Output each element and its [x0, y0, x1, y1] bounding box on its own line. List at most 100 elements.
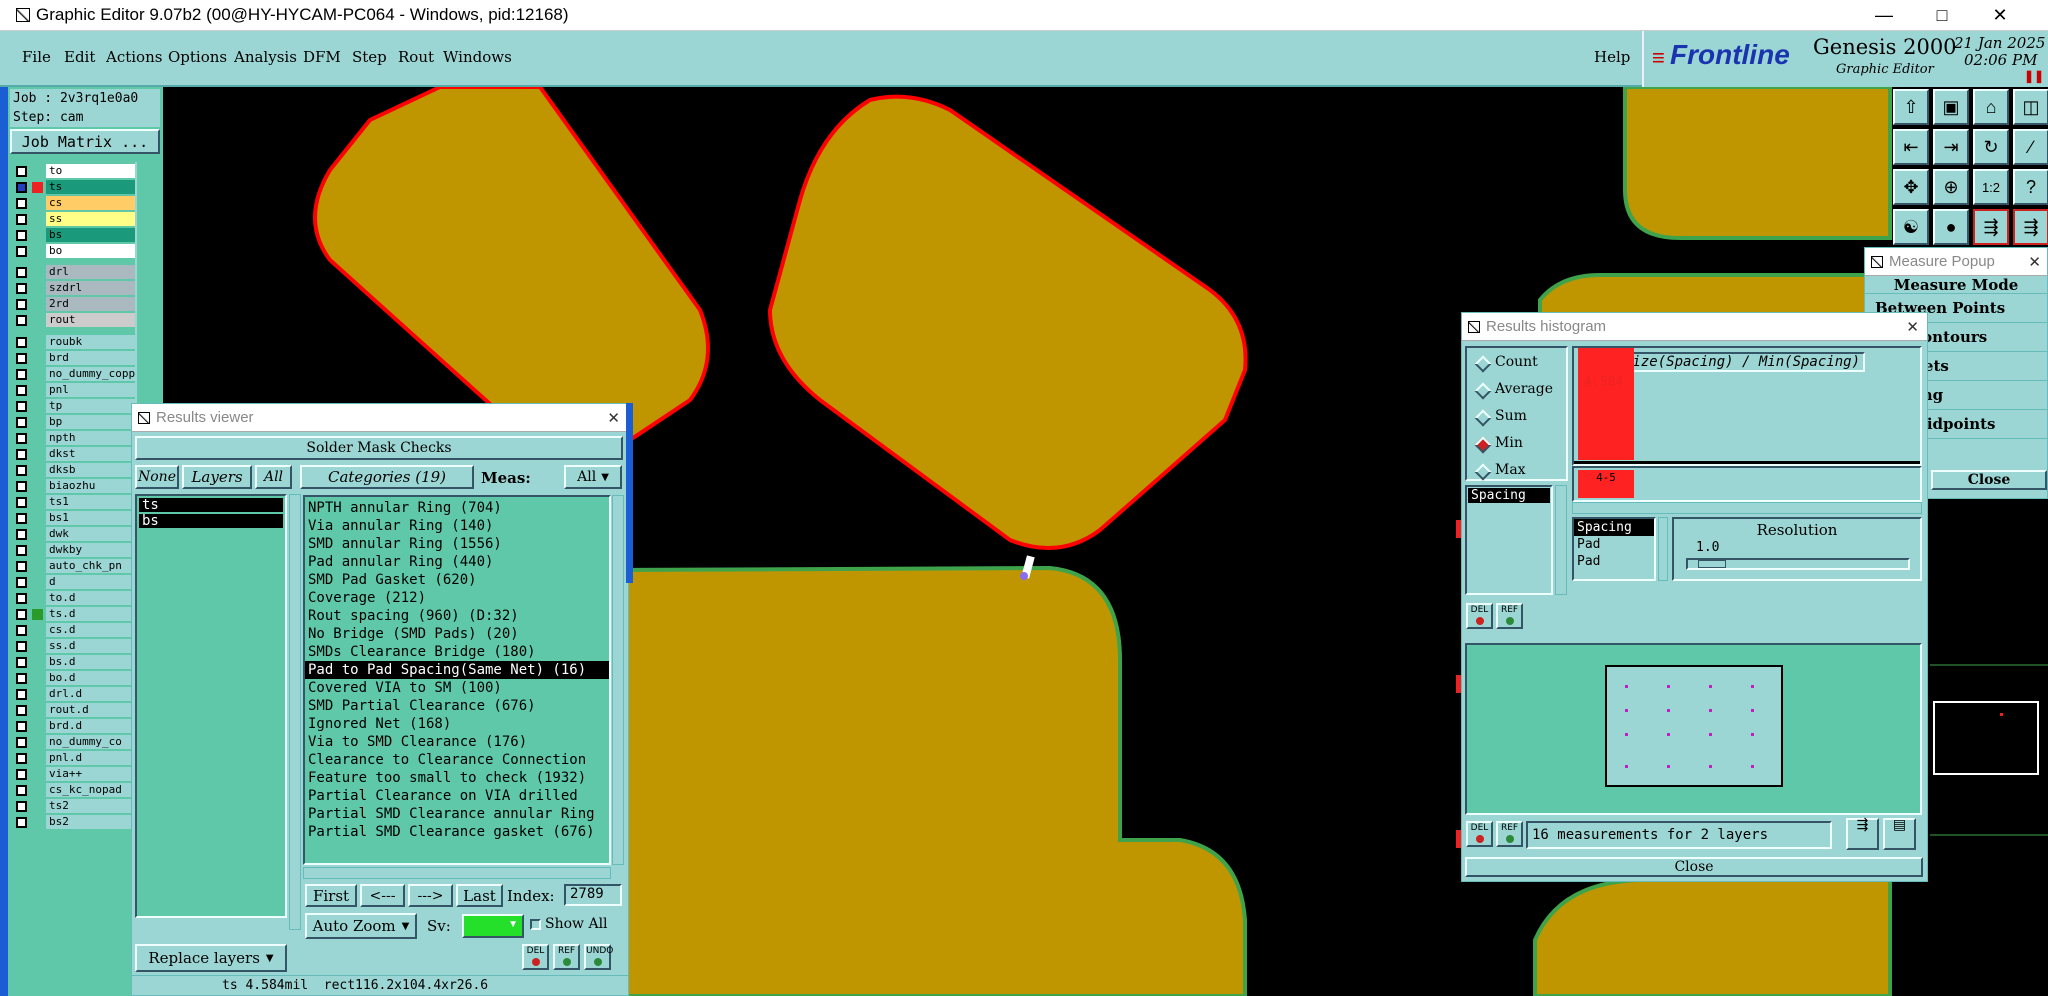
first-button[interactable]: First [305, 884, 357, 907]
layer-row-dkst[interactable]: dkst [12, 446, 142, 462]
layer-row-pnl[interactable]: pnl [12, 382, 142, 398]
layer-name[interactable]: ss [46, 212, 142, 226]
layer-row-dksb[interactable]: dksb [12, 462, 142, 478]
layer-checkbox[interactable] [16, 497, 27, 508]
layer-row-bs-d[interactable]: bs.d [12, 654, 142, 670]
layer-checkbox[interactable] [16, 465, 27, 476]
layer-name[interactable]: to [46, 164, 142, 178]
net-icon[interactable]: ⇶ [1973, 209, 2009, 245]
layer-checkbox[interactable] [16, 214, 27, 225]
category-item[interactable]: Pad annular Ring (440) [305, 553, 609, 571]
list-item[interactable]: Pad [1574, 553, 1654, 570]
layer-checkbox[interactable] [16, 625, 27, 636]
layer-row-drl-d[interactable]: drl.d [12, 686, 142, 702]
pan-left-icon[interactable]: ⇤ [1893, 129, 1929, 165]
layer-row-brd[interactable]: brd [12, 350, 142, 366]
undo-button[interactable]: UNDO [584, 944, 613, 970]
layer-checkbox[interactable] [16, 785, 27, 796]
layer-checkbox[interactable] [16, 673, 27, 684]
layer-checkbox[interactable] [16, 529, 27, 540]
layer-checkbox[interactable] [16, 337, 27, 348]
layer-row-bs[interactable]: bs [12, 227, 142, 243]
layer-row-rout[interactable]: rout [12, 312, 142, 328]
category-item[interactable]: Via annular Ring (140) [305, 517, 609, 535]
layer-name[interactable]: ss.d [46, 639, 142, 653]
layer-row-cs-d[interactable]: cs.d [12, 622, 142, 638]
category-item[interactable]: Coverage (212) [305, 589, 609, 607]
layer-row-bo[interactable]: bo [12, 243, 142, 259]
layer-checkbox[interactable] [16, 385, 27, 396]
categories-list[interactable]: NPTH annular Ring (704) Via annular Ring … [303, 495, 611, 865]
last-button[interactable]: Last [456, 884, 503, 907]
menu-actions[interactable]: Actions [106, 48, 162, 66]
layer-name[interactable]: ts2 [46, 799, 142, 813]
list-item[interactable]: ts [139, 498, 283, 512]
category-item[interactable]: Ignored Net (168) [305, 715, 609, 733]
layer-checkbox[interactable] [16, 401, 27, 412]
show-all-checkbox[interactable] [530, 919, 541, 930]
menu-file[interactable]: File [22, 48, 51, 66]
layer-row-cs[interactable]: cs [12, 195, 142, 211]
layer-name[interactable]: bs [46, 228, 142, 242]
category-item[interactable]: Partial SMD Clearance gasket (676) [305, 823, 609, 841]
layer-results-list[interactable]: ts bs [135, 494, 287, 918]
zoom-fit-icon[interactable]: ✥ [1893, 169, 1929, 205]
layer-name[interactable]: no_dummy_co [46, 735, 142, 749]
layer-checkbox[interactable] [16, 246, 27, 257]
layer-checkbox[interactable] [16, 609, 27, 620]
layer-name[interactable]: roubk [46, 335, 142, 349]
close-icon[interactable]: ✕ [1906, 318, 1919, 336]
layer-row-cs-kc-nopad[interactable]: cs_kc_nopad [12, 782, 142, 798]
list-item[interactable]: bs [139, 514, 283, 528]
layer-name[interactable]: biaozhu [46, 479, 142, 493]
layer-row-bs1[interactable]: bs1 [12, 510, 142, 526]
meas-select[interactable]: All ▼ [564, 465, 622, 489]
layer-checkbox[interactable] [16, 641, 27, 652]
layer-checkbox[interactable] [16, 369, 27, 380]
layer-results-scrollbar[interactable] [289, 494, 301, 930]
measure-type-scrollbar[interactable] [1555, 485, 1567, 595]
measure-close-button[interactable]: Close [1931, 470, 2047, 490]
layer-name[interactable]: ts.d [46, 607, 142, 621]
minimize-button[interactable]: — [1860, 0, 1908, 31]
layer-row-npth[interactable]: npth [12, 430, 142, 446]
menu-options[interactable]: Options [168, 48, 227, 66]
layer-checkbox[interactable] [16, 267, 27, 278]
layer-checkbox[interactable] [16, 513, 27, 524]
auto-zoom-select[interactable]: Auto Zoom ▼ [305, 913, 417, 939]
layer-row-no-dummy-copper[interactable]: no_dummy_copper [12, 366, 142, 382]
histogram-close-button[interactable]: Close [1465, 857, 1923, 877]
layer-name[interactable]: szdrl [46, 281, 142, 295]
layer-name[interactable]: drl [46, 265, 142, 279]
layer-name[interactable]: drl.d [46, 687, 142, 701]
layer-name[interactable]: to.d [46, 591, 142, 605]
layer-checkbox[interactable] [16, 230, 27, 241]
open-icon[interactable]: ⇧ [1893, 89, 1929, 125]
layer-checkbox[interactable] [16, 481, 27, 492]
layer-row-bs2[interactable]: bs2 [12, 814, 142, 830]
redraw-icon[interactable]: ↻ [1973, 129, 2009, 165]
layer-name[interactable]: 2rd [46, 297, 142, 311]
layer-name[interactable]: no_dummy_copper [46, 367, 142, 381]
layer-checkbox[interactable] [16, 182, 27, 193]
menu-rout[interactable]: Rout [398, 48, 434, 66]
layer-checkbox[interactable] [16, 561, 27, 572]
job-matrix-button[interactable]: Job Matrix ... [10, 129, 160, 154]
layer-name[interactable]: ts1 [46, 495, 142, 509]
save-icon[interactable]: ▣ [1933, 89, 1969, 125]
layer-name[interactable]: brd [46, 351, 142, 365]
help-icon[interactable]: ? [2013, 169, 2048, 205]
layer-row-bo-d[interactable]: bo.d [12, 670, 142, 686]
measure-icon[interactable]: ☯ [1893, 209, 1929, 245]
list-item[interactable]: Pad [1574, 536, 1654, 553]
menu-edit[interactable]: Edit [64, 48, 95, 66]
layer-row-ts-d[interactable]: ts.d [12, 606, 142, 622]
layer-row-dwkby[interactable]: dwkby [12, 542, 142, 558]
layer-row-brd-d[interactable]: brd.d [12, 718, 142, 734]
layer-checkbox[interactable] [16, 198, 27, 209]
layer-row-roubk[interactable]: roubk [12, 334, 142, 350]
count-option[interactable]: Count [1475, 354, 1538, 370]
layer-row-via-[interactable]: via++ [12, 766, 142, 782]
histogram-hscrollbar[interactable] [1572, 502, 1922, 514]
snap-icon[interactable]: ● [1933, 209, 1969, 245]
